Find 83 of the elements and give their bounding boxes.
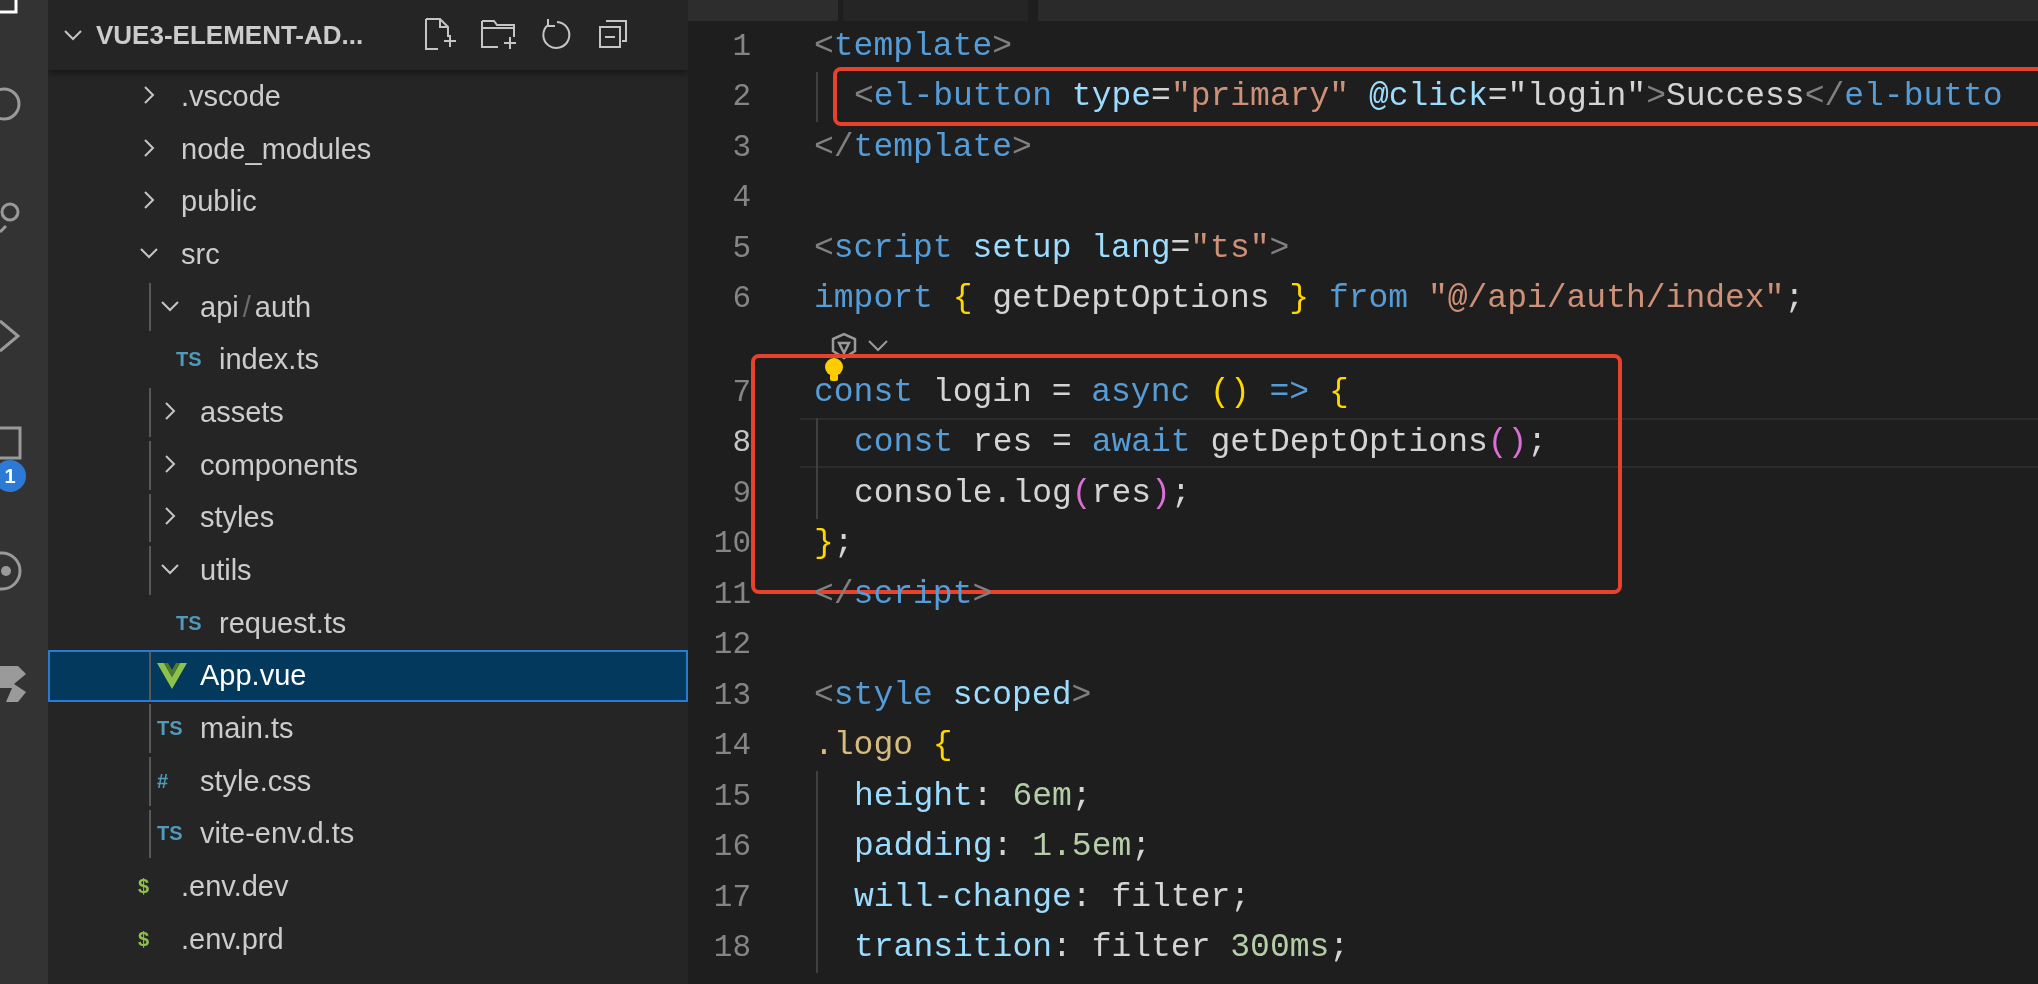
code-line: <template> xyxy=(814,27,1013,65)
project-title[interactable]: VUE3-ELEMENT-AD... xyxy=(96,19,402,51)
line-number: 14 xyxy=(712,728,751,764)
file-item[interactable]: # style.css xyxy=(48,754,688,808)
path-separator: / xyxy=(242,290,251,324)
code-line: <script setup lang="ts"> xyxy=(814,229,1290,267)
folder-item[interactable]: utils xyxy=(48,544,688,597)
file-item[interactable]: $ .env.dev xyxy=(48,860,688,913)
notification-badge: 1 xyxy=(0,460,26,492)
file-name: vite-env.d.ts xyxy=(200,817,355,851)
line-number: 18 xyxy=(712,930,751,966)
folder-name: public xyxy=(181,185,257,219)
vue-icon xyxy=(157,662,187,689)
line-number: 16 xyxy=(712,829,751,865)
file-type-icon: TS xyxy=(157,717,183,741)
folder-item[interactable]: public xyxy=(48,175,688,229)
file-item[interactable]: $ .env.prd xyxy=(48,913,688,966)
code-line: padding: 1.5em; xyxy=(854,828,1152,866)
line-number: 5 xyxy=(731,230,751,266)
file-type-icon: TS xyxy=(157,822,183,846)
line-number: 12 xyxy=(712,627,751,663)
code-line: transition: filter 300ms; xyxy=(854,929,1350,967)
file-name: .env.prd xyxy=(181,922,284,956)
line-number: 15 xyxy=(712,778,751,814)
folder-item[interactable]: .vscode xyxy=(48,70,688,123)
folder-name: assets xyxy=(200,395,284,429)
code-line: const login = async () => { xyxy=(814,373,1349,411)
folder-name: utils xyxy=(200,554,252,588)
line-number: 2 xyxy=(731,79,751,115)
file-type-icon: TS xyxy=(176,611,202,635)
file-item[interactable]: TS index.ts xyxy=(48,333,688,387)
run-icon[interactable] xyxy=(0,318,22,354)
line-number: 11 xyxy=(712,576,751,612)
code-line: const res = await getDeptOptions(); xyxy=(854,424,1548,462)
folder-name: .vscode xyxy=(181,79,281,113)
folder-name: src xyxy=(181,237,220,271)
folder-item[interactable]: components xyxy=(48,438,688,492)
folder-item[interactable]: assets xyxy=(48,386,688,439)
line-number: 1 xyxy=(731,28,751,64)
file-item[interactable]: TS vite-env.d.ts xyxy=(48,807,688,861)
file-type-icon: $ xyxy=(138,927,150,951)
folder-name: node_modules xyxy=(181,132,372,166)
folder-name: styles xyxy=(200,501,275,535)
line-number: 13 xyxy=(712,677,751,713)
file-name: request.ts xyxy=(219,606,347,640)
code-line: will-change: filter; xyxy=(854,878,1251,916)
code-line: import { getDeptOptions } from "@/api/auth/index"; xyxy=(814,280,1805,318)
code-line: <style scoped> xyxy=(814,676,1092,714)
folder-name: api xyxy=(200,290,239,324)
code-line: <el-button type="primary" @click="login">Success</el-butto xyxy=(854,78,2003,116)
file-name: index.ts xyxy=(219,343,319,377)
file-type-icon: $ xyxy=(138,875,150,899)
extensions-icon[interactable] xyxy=(0,425,24,461)
line-number: 3 xyxy=(731,129,751,165)
code-line: height: 6em; xyxy=(854,777,1092,815)
folder-item[interactable]: node_modules xyxy=(48,122,688,176)
code-line: .logo { xyxy=(814,727,953,765)
file-item[interactable]: TS request.ts xyxy=(48,596,688,650)
line-number: 17 xyxy=(712,879,751,915)
folder-name: components xyxy=(200,448,358,482)
line-number: 4 xyxy=(731,180,751,216)
file-name: main.ts xyxy=(200,712,294,746)
line-number: 6 xyxy=(731,281,751,317)
file-name: .env.dev xyxy=(181,870,289,904)
file-name: App.vue xyxy=(200,659,307,693)
code-line: }; xyxy=(814,525,854,563)
code-line: console.log(res); xyxy=(854,474,1191,512)
file-item[interactable]: TS main.ts xyxy=(48,702,688,755)
chevron-down-icon[interactable] xyxy=(867,338,889,353)
line-number: 7 xyxy=(731,374,751,410)
new-file-icon[interactable] xyxy=(422,17,458,53)
file-name: style.css xyxy=(200,764,312,798)
file-item[interactable]: App.vue xyxy=(48,649,688,703)
line-number: 10 xyxy=(712,526,751,562)
file-type-icon: TS xyxy=(176,348,202,372)
line-number: 8 xyxy=(731,425,751,461)
folder-item[interactable]: api/auth xyxy=(48,280,688,334)
folder-item[interactable]: styles xyxy=(48,491,688,545)
file-type-icon: # xyxy=(157,769,169,793)
line-number: 9 xyxy=(731,475,751,511)
code-line: </template> xyxy=(814,128,1032,166)
folder-item[interactable]: src xyxy=(48,228,688,281)
folder-name: auth xyxy=(254,290,312,324)
